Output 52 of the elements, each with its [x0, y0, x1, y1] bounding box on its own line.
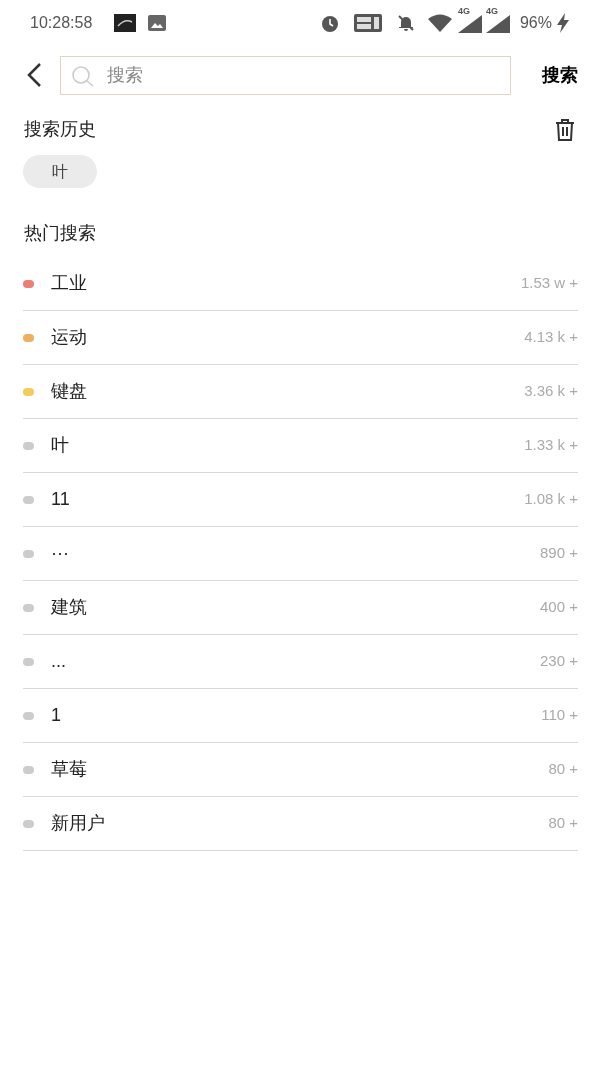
search-count: 80 + [548, 759, 578, 780]
hot-search-item[interactable]: 1 110 + [23, 689, 578, 743]
charging-icon [556, 13, 570, 33]
image-icon [148, 15, 167, 31]
search-field[interactable]: 搜索 [60, 55, 511, 95]
hot-search-item[interactable]: ··· 890 + [23, 527, 578, 581]
item-label: 键盘 [51, 380, 87, 403]
battery-percent: 96% [519, 13, 552, 33]
hot-search-item[interactable]: ... 230 + [23, 635, 578, 689]
search-count: 230 + [540, 651, 578, 672]
section-title: 热门搜索 [23, 222, 97, 245]
history-chip[interactable]: 叶 [23, 155, 97, 188]
search-count: 3.36 k + [524, 381, 578, 402]
hot-search-item[interactable]: 草莓 80 + [23, 743, 578, 797]
hot-search-item[interactable]: 键盘 3.36 k + [23, 365, 578, 419]
network-label: 4G [457, 7, 470, 16]
network-label: 4G [485, 7, 498, 16]
search-count: 400 + [540, 597, 578, 618]
item-label: ... [51, 650, 66, 673]
search-count: 1.53 w + [520, 273, 578, 294]
search-count: 4.13 k + [524, 327, 578, 348]
search-icon [71, 64, 95, 87]
hot-search-item[interactable]: 运动 4.13 k + [23, 311, 578, 365]
item-label: 1 [51, 704, 61, 727]
search-count: 890 + [540, 543, 578, 564]
item-label: 11 [51, 488, 70, 511]
wifi-icon [427, 14, 452, 32]
hot-search-item[interactable]: 叶 1.33 k + [23, 419, 578, 473]
signal-icon [457, 15, 482, 33]
app-icon [114, 14, 137, 32]
hot-search-item[interactable]: 建筑 400 + [23, 581, 578, 635]
status-time: 10:28:58 [30, 13, 93, 33]
item-label: 叶 [51, 434, 69, 457]
hot-search-item[interactable]: 新用户 80 + [23, 797, 578, 851]
search-count: 80 + [548, 813, 578, 834]
item-label: 新用户 [51, 812, 105, 835]
hot-search-item[interactable]: 11 1.08 k + [23, 473, 578, 527]
search-button[interactable]: 搜索 [542, 61, 578, 89]
trash-icon[interactable] [554, 117, 576, 142]
search-count: 110 + [541, 705, 578, 726]
search-count: 1.08 k + [524, 489, 578, 510]
signal-icon [485, 15, 510, 33]
item-label: 建筑 [51, 596, 87, 619]
item-label: 运动 [51, 326, 87, 349]
item-label: 草莓 [51, 758, 87, 781]
section-title: 搜索历史 [24, 118, 96, 141]
hot-search-item[interactable]: 工业 1.53 w + [23, 257, 578, 311]
item-label: 工业 [51, 272, 87, 295]
search-count: 1.33 k + [524, 435, 578, 456]
item-label: ··· [51, 542, 69, 565]
muted-bell-icon [395, 13, 416, 33]
alarm-icon [319, 13, 340, 33]
